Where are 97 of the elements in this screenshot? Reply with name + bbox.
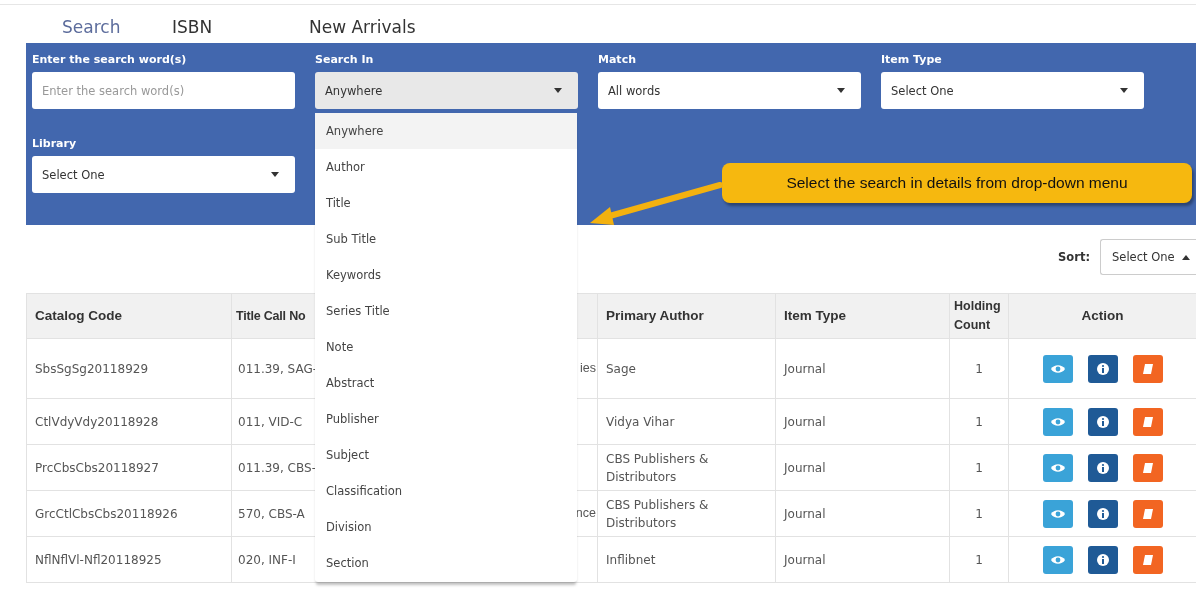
view-button[interactable] [1042,407,1073,436]
info-icon [1096,415,1109,428]
catalog-code: NflNflVl-Nfl20118925 [35,552,162,567]
tab[interactable]: Search [62,11,172,37]
title-fragment: ies [580,361,596,376]
info-icon [1096,461,1109,474]
item-type: Journal [784,414,826,429]
eye-icon [1049,416,1066,427]
book-icon [1141,362,1154,375]
catalog-code: PrcCbsCbs20118927 [35,460,159,475]
sort-label: Sort: [1058,250,1090,264]
author-name: Vidya Vihar [606,414,675,429]
call-number: 011.39, SAG- [238,361,318,376]
book-icon [1141,553,1154,566]
info-button[interactable] [1087,354,1118,383]
tab[interactable]: ISBN [172,11,309,37]
sort-select[interactable]: Select One [1100,239,1196,275]
caret-icon [1120,88,1128,93]
field-label: Item Type [881,53,942,66]
catalog-code: GrcCtlCbsCbs20118926 [35,506,178,521]
view-button[interactable] [1042,545,1073,574]
column-header: Action [1081,307,1124,323]
info-icon [1096,507,1109,520]
select-field[interactable]: Anywhere [315,72,578,109]
eye-icon [1049,508,1066,519]
menu-option[interactable]: Sub Title [315,221,577,257]
select-field[interactable]: Select One [32,156,295,193]
info-button[interactable] [1087,545,1118,574]
holding-count: 1 [975,414,983,429]
reserve-button[interactable] [1132,407,1163,436]
reserve-button[interactable] [1132,453,1163,482]
field-label: Match [598,53,636,66]
menu-option[interactable]: Note [315,329,577,365]
catalog-code: CtlVdyVdy20118928 [35,414,159,429]
holding-count: 1 [975,552,983,567]
menu-option[interactable]: Anywhere [315,113,577,149]
eye-icon [1049,462,1066,473]
menu-option[interactable]: Series Title [315,293,577,329]
column-header: Primary Author [606,307,704,323]
menu-option[interactable]: Title [315,185,577,221]
catalog-code: SbsSgSg20118929 [35,361,149,376]
info-icon [1096,362,1109,375]
call-number: 011.39, CBS- [238,460,316,475]
caret-icon [837,88,845,93]
menu-option[interactable]: Publisher [315,401,577,437]
view-button[interactable] [1042,453,1073,482]
tab[interactable]: New Arrivals [309,11,416,37]
column-header: Catalog Code [35,307,122,323]
field-label: Search In [315,53,374,66]
column-header: Item Type [784,307,846,323]
column-header: Holding Count [954,299,1001,332]
field-label: Enter the search word(s) [32,53,187,66]
book-icon [1141,415,1154,428]
menu-option[interactable]: Abstract [315,365,577,401]
select-field[interactable]: All words [598,72,861,109]
caret-icon [271,172,279,177]
reserve-button[interactable] [1132,499,1163,528]
info-icon [1096,553,1109,566]
caret-icon [1182,254,1190,260]
item-type: Journal [784,361,826,376]
holding-count: 1 [975,506,983,521]
info-button[interactable] [1087,453,1118,482]
select-field[interactable]: Select One [881,72,1144,109]
author-name: Sage [606,361,636,376]
menu-option[interactable]: Section [315,545,577,581]
call-number: 020, INF-I [238,552,296,567]
book-icon [1141,507,1154,520]
eye-icon [1049,554,1066,565]
author-name: CBS Publishers & Distributors [606,497,709,530]
title-fragment: nce [575,506,596,521]
menu-option[interactable]: Division [315,509,577,545]
author-name: Inflibnet [606,552,656,567]
caret-icon [554,88,562,93]
author-name: CBS Publishers & Distributors [606,451,709,484]
item-type: Journal [784,506,826,521]
column-header: Title Call No [236,308,306,323]
info-button[interactable] [1087,499,1118,528]
info-button[interactable] [1087,407,1118,436]
eye-icon [1049,363,1066,374]
callout: Select the search in details from drop-down menu [722,163,1192,203]
menu-option[interactable]: Subject [315,437,577,473]
reserve-button[interactable] [1132,545,1163,574]
call-number: 570, CBS-A [238,506,305,521]
view-button[interactable] [1042,499,1073,528]
menu-option[interactable]: Author [315,149,577,185]
search-field[interactable]: Enter the search word(s) [32,72,295,109]
holding-count: 1 [975,361,983,376]
reserve-button[interactable] [1132,354,1163,383]
book-icon [1141,461,1154,474]
view-button[interactable] [1042,354,1073,383]
field-label: Library [32,137,77,150]
item-type: Journal [784,460,826,475]
menu-option[interactable]: Classification [315,473,577,509]
holding-count: 1 [975,460,983,475]
menu-option[interactable]: Keywords [315,257,577,293]
call-number: 011, VID-C [238,414,303,429]
item-type: Journal [784,552,826,567]
